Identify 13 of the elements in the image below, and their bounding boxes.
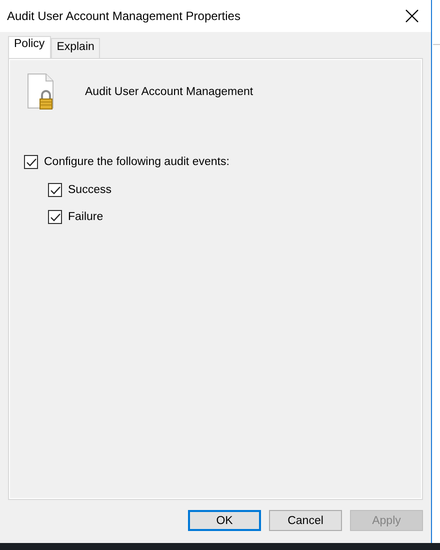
dialog-button[interactable]: OK xyxy=(188,510,261,531)
close-icon[interactable] xyxy=(405,9,419,23)
policy-name: Audit User Account Management xyxy=(85,86,254,98)
tab[interactable]: Policy xyxy=(8,36,51,58)
checkmark-icon xyxy=(50,212,60,222)
checkbox[interactable]: Success xyxy=(48,183,407,197)
tab[interactable]: Explain xyxy=(50,38,100,58)
checkbox[interactable]: Failure xyxy=(48,210,407,224)
checkmark-icon xyxy=(50,186,60,194)
checkmark-icon xyxy=(26,158,36,166)
window-title: Audit User Account Management Properties xyxy=(7,9,240,23)
dialog-button[interactable]: Cancel xyxy=(269,510,342,531)
checkbox[interactable]: Configure the following audit events: xyxy=(24,155,407,169)
